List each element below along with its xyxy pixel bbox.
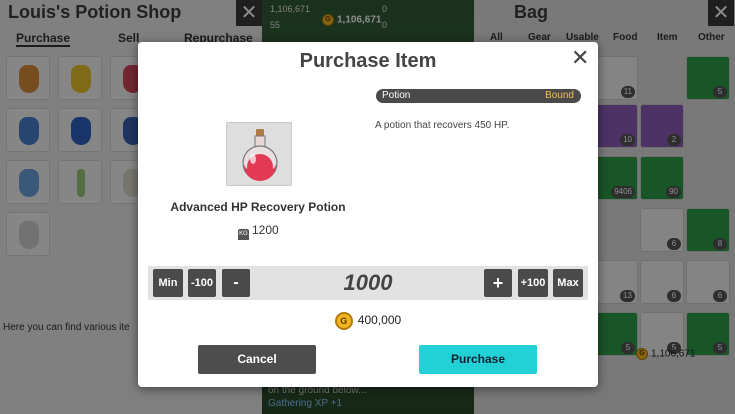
weight-icon: KG <box>238 229 249 240</box>
item-name: Advanced HP Recovery Potion <box>170 200 346 214</box>
item-weight: KG 1200 <box>238 223 279 240</box>
total-price: G 400,000 <box>138 312 598 330</box>
potion-icon <box>226 122 292 186</box>
item-type: Potion <box>382 90 411 101</box>
close-icon[interactable]: ✕ <box>571 45 589 71</box>
item-type-bar: Potion Bound <box>376 89 581 103</box>
purchase-button[interactable]: Purchase <box>419 345 537 374</box>
max-button[interactable]: Max <box>553 269 583 297</box>
cancel-button[interactable]: Cancel <box>198 345 316 374</box>
plus-100-button[interactable]: +100 <box>518 269 548 297</box>
item-description: A potion that recovers 450 HP. <box>375 120 510 131</box>
bound-badge: Bound <box>545 90 574 101</box>
item-weight-value: 1200 <box>252 223 279 237</box>
minus-100-button[interactable]: -100 <box>188 269 216 297</box>
dialog-title: Purchase Item <box>299 50 437 72</box>
purchase-dialog: Purchase Item ✕ Advanced HP Recovery Pot… <box>138 42 598 387</box>
quantity-value[interactable]: 1000 <box>258 267 478 299</box>
min-button[interactable]: Min <box>153 269 183 297</box>
price-value: 400,000 <box>357 313 402 328</box>
coin-icon: G <box>334 312 353 330</box>
quantity-selector: Min -100 - 1000 + +100 Max <box>148 266 588 300</box>
minus-button[interactable]: - <box>222 269 250 297</box>
plus-button[interactable]: + <box>484 269 512 297</box>
